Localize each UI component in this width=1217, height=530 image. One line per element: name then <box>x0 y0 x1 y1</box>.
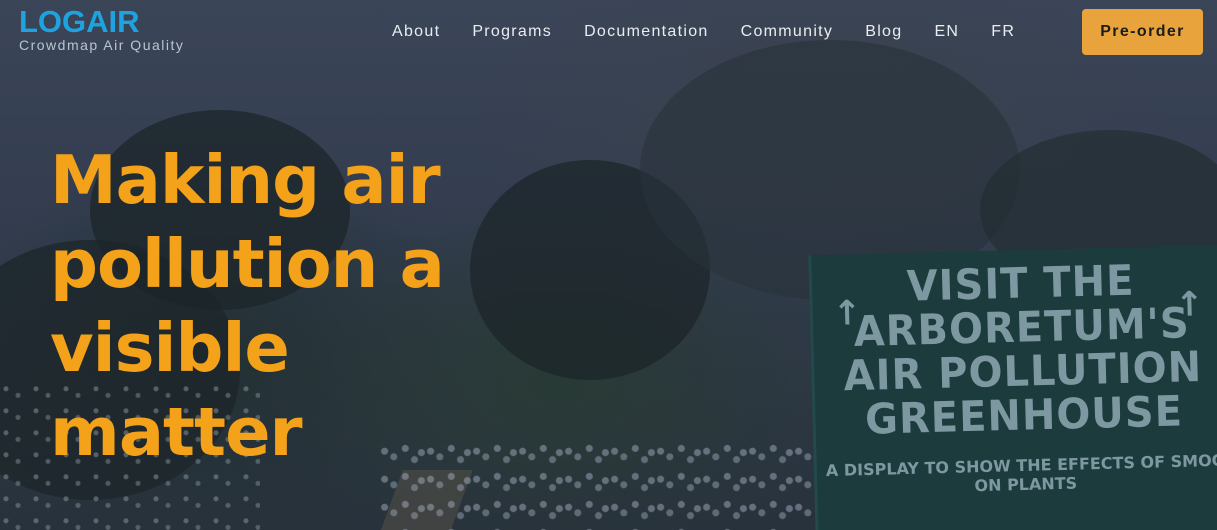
nav-item-blog[interactable]: Blog <box>849 23 918 41</box>
sign-caption: A DISPLAY TO SHOW THE EFFECTS OF SMOG ON… <box>825 450 1217 496</box>
logo-link[interactable]: LOGAIR Crowdmap Air Quality <box>19 4 185 54</box>
sign-line-4: GREENHOUSE <box>864 387 1184 445</box>
hero-headline: Making air pollution a visible matter <box>50 141 445 471</box>
nav-item-community[interactable]: Community <box>725 23 850 41</box>
language-fr[interactable]: FR <box>975 23 1031 41</box>
top-navigation: LOGAIR Crowdmap Air Quality About Progra… <box>0 0 1217 66</box>
preorder-button[interactable]: Pre-order <box>1082 9 1203 55</box>
arboretum-sign: ↑ ↑ VISIT THE ARBORETUM'S AIR POLLUTION … <box>808 244 1217 530</box>
language-en[interactable]: EN <box>918 23 975 41</box>
nav-item-programs[interactable]: Programs <box>456 23 568 41</box>
logo-title: LOGAIR <box>19 4 140 39</box>
nav-item-about[interactable]: About <box>376 23 456 41</box>
nav-links: About Programs Documentation Community B… <box>376 9 1031 55</box>
nav-item-documentation[interactable]: Documentation <box>568 23 725 41</box>
logo-tagline: Crowdmap Air Quality <box>19 37 185 53</box>
